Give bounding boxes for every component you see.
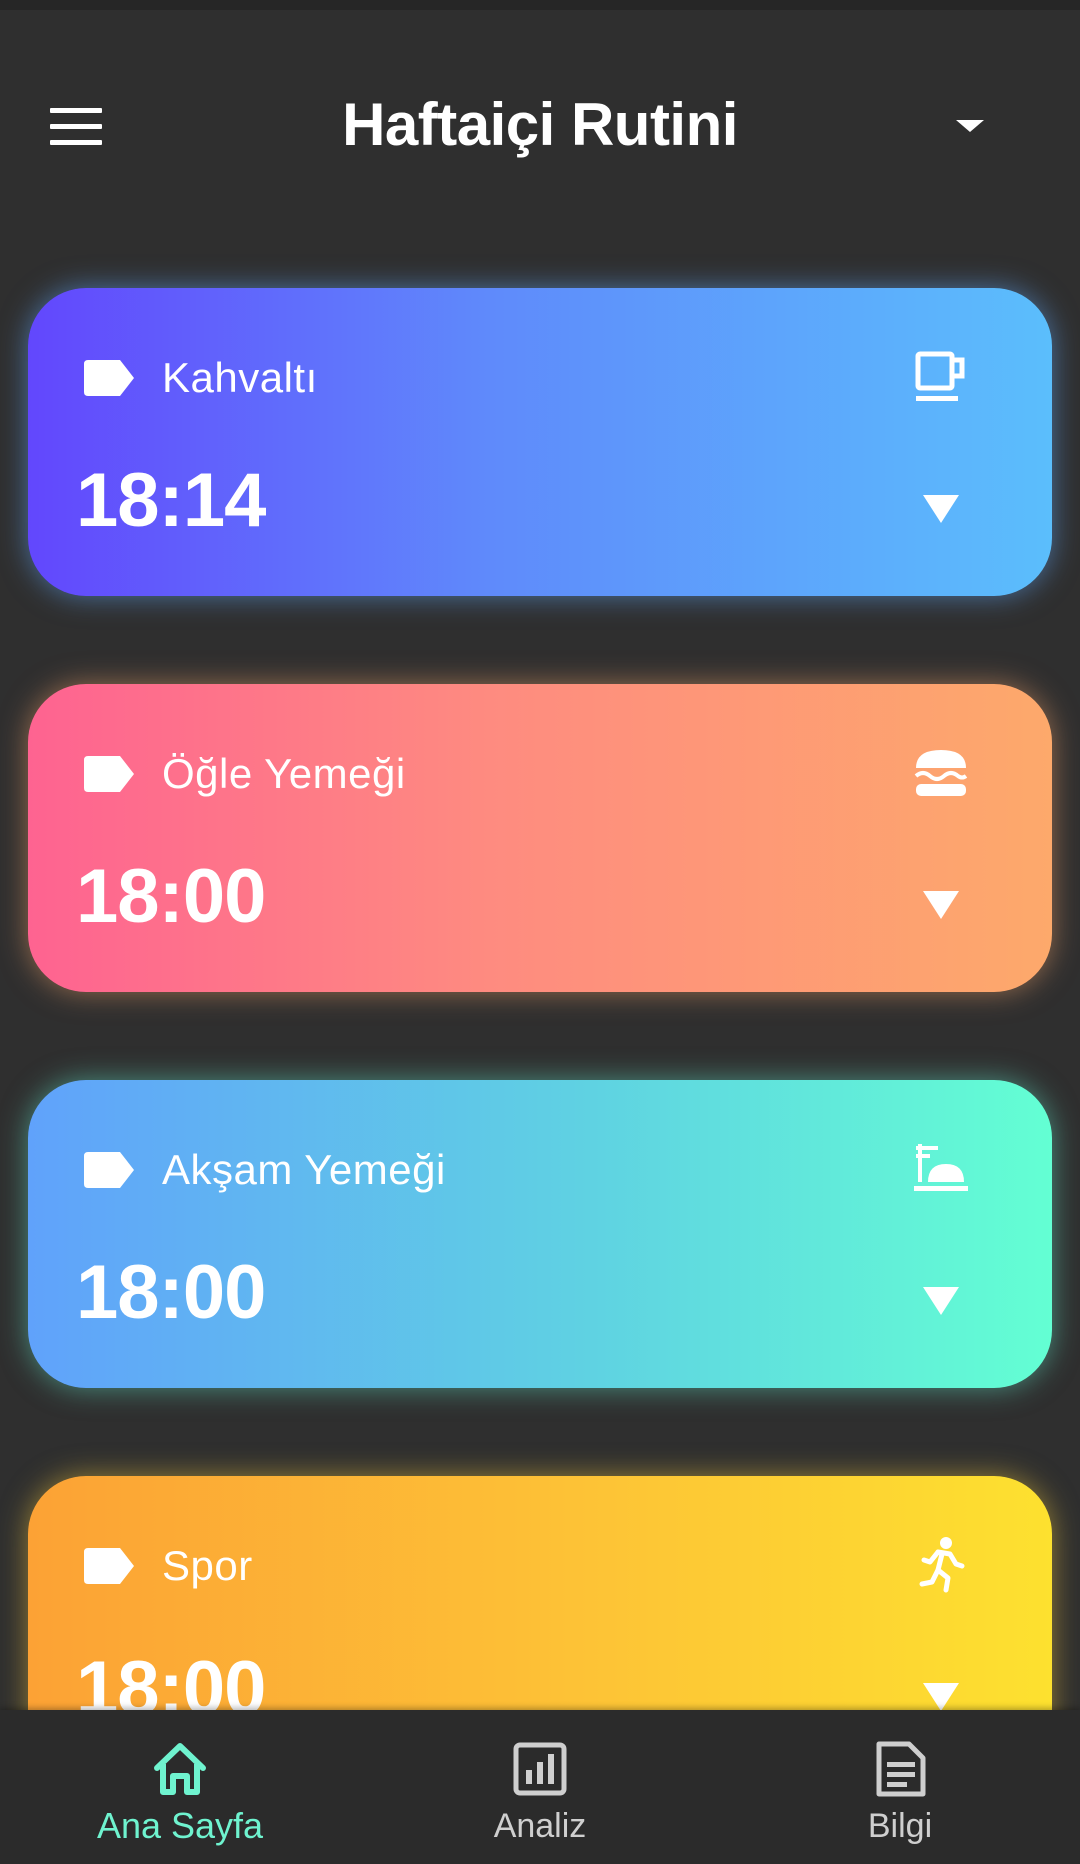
dinner-service-icon [914,1144,968,1191]
routine-label: Öğle Yemeği [162,750,406,797]
expand-caret-button[interactable] [921,493,961,525]
label-tag-icon [84,360,134,396]
routine-card-spor[interactable]: Spor 18:00 [28,1476,1052,1710]
expand-caret-button[interactable] [921,1285,961,1317]
routine-time: 18:00 [76,1646,266,1710]
bottom-navigation: Ana Sayfa Analiz Bilgi [0,1710,1080,1864]
nav-item-ana-sayfa[interactable]: Ana Sayfa [0,1710,360,1864]
routine-time: 18:00 [76,854,266,939]
routine-card-kahvalti[interactable]: Kahvaltı 18:14 [28,288,1052,596]
expand-caret-button[interactable] [921,889,961,921]
routine-time: 18:00 [76,1250,266,1335]
nav-label: Bilgi [867,1807,933,1845]
app-header: Haftaiçi Rutini [0,60,1080,196]
routine-card-ogle-yemegi[interactable]: Öğle Yemeği 18:00 [28,684,1052,992]
routine-label: Spor [162,1542,253,1589]
bar-chart-icon [513,1742,567,1796]
routine-label: Akşam Yemeği [162,1146,446,1193]
running-person-icon [919,1537,965,1593]
burger-icon [914,750,968,796]
nav-item-analiz[interactable]: Analiz [360,1710,720,1864]
routine-list[interactable]: Kahvaltı 18:14 Öğle Yemeği 18:00 Akşam Y… [0,0,1080,1710]
document-icon [876,1741,926,1797]
home-icon [154,1743,206,1795]
label-tag-icon [84,756,134,792]
expand-caret-button[interactable] [921,1681,961,1710]
routine-label: Kahvaltı [162,354,318,401]
nav-item-bilgi[interactable]: Bilgi [720,1710,1080,1864]
label-tag-icon [84,1548,134,1584]
page-title: Haftaiçi Rutini [342,91,738,158]
routine-time: 18:14 [76,458,266,543]
label-tag-icon [84,1152,134,1188]
caret-down-icon[interactable] [950,100,990,150]
coffee-cup-icon [915,351,965,401]
nav-label: Analiz [493,1807,587,1845]
nav-label: Ana Sayfa [96,1805,264,1846]
routine-card-aksam-yemegi[interactable]: Akşam Yemeği 18:00 [28,1080,1052,1388]
